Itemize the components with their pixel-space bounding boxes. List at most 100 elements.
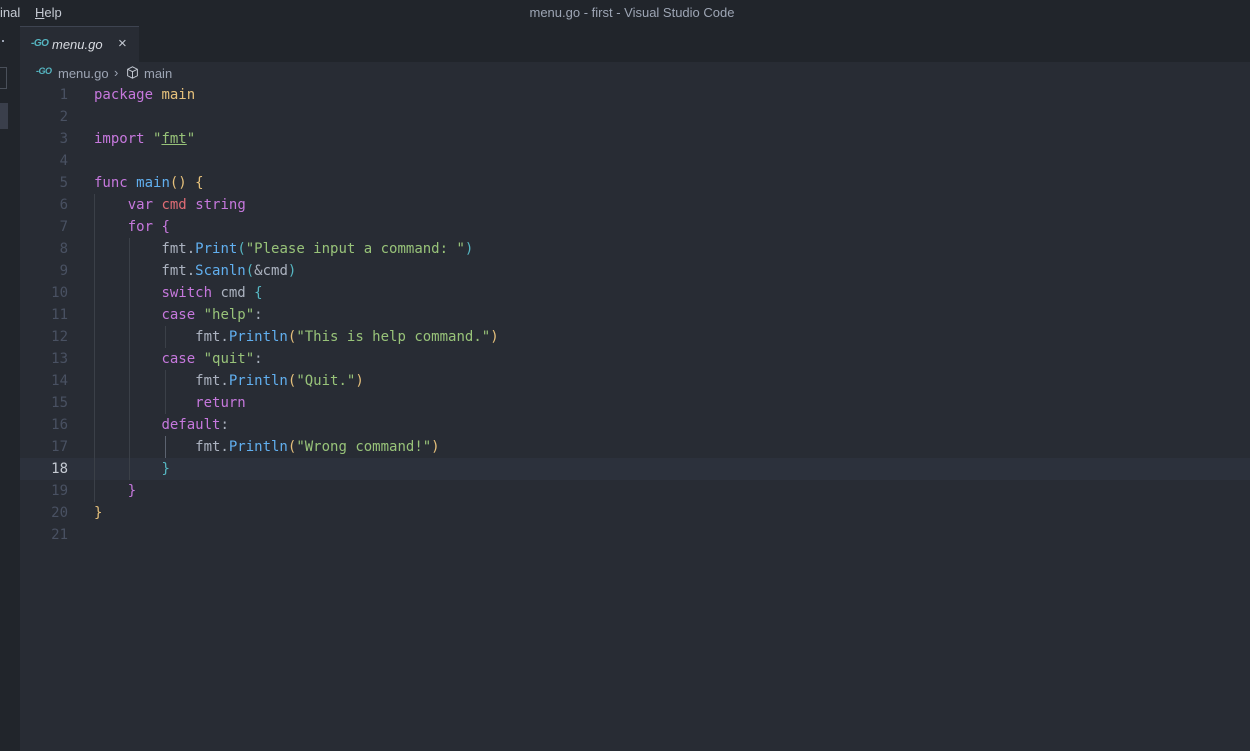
code-token: switch <box>161 285 213 301</box>
code-line[interactable]: 9 fmt.Scanln(&cmd) <box>20 260 1250 282</box>
code-token: ) <box>490 329 499 345</box>
line-number: 18 <box>51 461 68 477</box>
code-line[interactable]: 4 <box>20 150 1250 172</box>
line-number: 9 <box>59 263 68 279</box>
code-line[interactable]: 15 return <box>20 392 1250 414</box>
sidebar-input-edge[interactable] <box>0 67 7 89</box>
code-token: for <box>127 219 154 235</box>
code-line[interactable]: 11 case "help": <box>20 304 1250 326</box>
code-token: : <box>254 307 263 323</box>
code-line[interactable]: 10 switch cmd { <box>20 282 1250 304</box>
code-token: fmt <box>161 131 187 147</box>
code-token: fmt. <box>94 439 229 455</box>
code-line[interactable]: 7 for { <box>20 216 1250 238</box>
code-line[interactable]: 20} <box>20 502 1250 524</box>
code-token: case <box>161 307 196 323</box>
code-token: Print <box>195 241 238 257</box>
code-token: cmd <box>212 285 255 301</box>
code-line[interactable]: 14 fmt.Println("Quit.") <box>20 370 1250 392</box>
more-dot-icon[interactable] <box>2 40 4 42</box>
window-title: menu.go - first - Visual Studio Code <box>529 5 735 20</box>
code-text: fmt.Println("This is help command.") <box>94 326 499 348</box>
code-line[interactable]: 8 fmt.Print("Please input a command: ") <box>20 238 1250 260</box>
code-token: : <box>220 417 229 433</box>
code-line[interactable]: 3 import "fmt" <box>20 128 1250 150</box>
code-text: fmt.Scanln(&cmd) <box>94 260 296 282</box>
tab-bar: -GO menu.go × <box>20 26 1250 63</box>
code-line[interactable]: 1 package main <box>20 84 1250 106</box>
code-text: package main <box>94 84 195 106</box>
breadcrumb-symbol[interactable]: main <box>144 66 172 81</box>
code-token: case <box>161 351 196 367</box>
code-line[interactable]: 18 } <box>20 458 1250 480</box>
line-number: 19 <box>51 483 68 499</box>
line-number: 10 <box>51 285 68 301</box>
code-token: fmt. <box>94 373 229 389</box>
code-line[interactable]: 16 default: <box>20 414 1250 436</box>
code-text: default: <box>94 414 229 436</box>
code-token: package <box>94 87 154 103</box>
code-token: main <box>136 175 170 191</box>
tab-menu-go[interactable]: -GO menu.go × <box>20 26 139 63</box>
breadcrumb: -GO menu.go › main <box>20 62 1250 84</box>
line-number: 6 <box>59 197 68 213</box>
code-text: for { <box>94 216 170 238</box>
code-token: "Quit." <box>296 373 356 389</box>
indent-guide <box>94 194 95 502</box>
code-token: Println <box>228 329 288 345</box>
code-line[interactable]: 5 func main() { <box>20 172 1250 194</box>
indent-guide <box>165 370 166 414</box>
code-token: } <box>94 505 103 521</box>
code-token: var <box>127 197 154 213</box>
code-token: default <box>161 417 221 433</box>
go-icon: -GO <box>36 66 52 76</box>
line-number: 17 <box>51 439 68 455</box>
code-token: { <box>161 219 170 235</box>
line-number: 5 <box>59 175 68 191</box>
title-bar: inal Help menu.go - first - Visual Studi… <box>0 0 1250 26</box>
code-token: return <box>195 395 246 411</box>
tab-label: menu.go <box>52 37 103 52</box>
line-number: 1 <box>59 87 68 103</box>
code-token: ) <box>464 241 474 257</box>
code-token: () <box>169 175 187 191</box>
line-number: 15 <box>51 395 68 411</box>
code-text: case "quit": <box>94 348 262 370</box>
code-token: &cmd <box>254 263 288 279</box>
close-icon[interactable]: × <box>118 35 127 52</box>
code-line[interactable]: 2 <box>20 106 1250 128</box>
indent-guide <box>165 326 166 348</box>
code-line[interactable]: 17 fmt.Println("Wrong command!") <box>20 436 1250 458</box>
activity-sidebar-edge <box>0 26 20 751</box>
code-line[interactable]: 19 } <box>20 480 1250 502</box>
breadcrumb-file[interactable]: menu.go <box>58 66 109 81</box>
code-text: } <box>94 502 102 524</box>
code-line[interactable]: 13 case "quit": <box>20 348 1250 370</box>
code-line[interactable]: 21 <box>20 524 1250 546</box>
line-number: 4 <box>59 153 68 169</box>
code-text: return <box>94 392 246 414</box>
code-text: fmt.Println("Quit.") <box>94 370 364 392</box>
cube-icon <box>127 66 138 79</box>
code-text: import "fmt" <box>94 128 195 150</box>
code-token: "Please input a command: " <box>245 241 465 257</box>
code-line[interactable]: 12 fmt.Println("This is help command.") <box>20 326 1250 348</box>
code-token: main <box>161 87 196 103</box>
code-text: } <box>94 458 169 480</box>
code-line[interactable]: 6 var cmd string <box>20 194 1250 216</box>
code-token: ) <box>287 263 297 279</box>
code-text: func main() { <box>94 172 204 194</box>
code-token: { <box>254 285 263 301</box>
code-editor[interactable]: 21 20} 19 } 18 } 17 fmt.Println("Wrong comma… <box>20 84 1250 751</box>
sidebar-selected-item-edge[interactable] <box>0 103 8 129</box>
